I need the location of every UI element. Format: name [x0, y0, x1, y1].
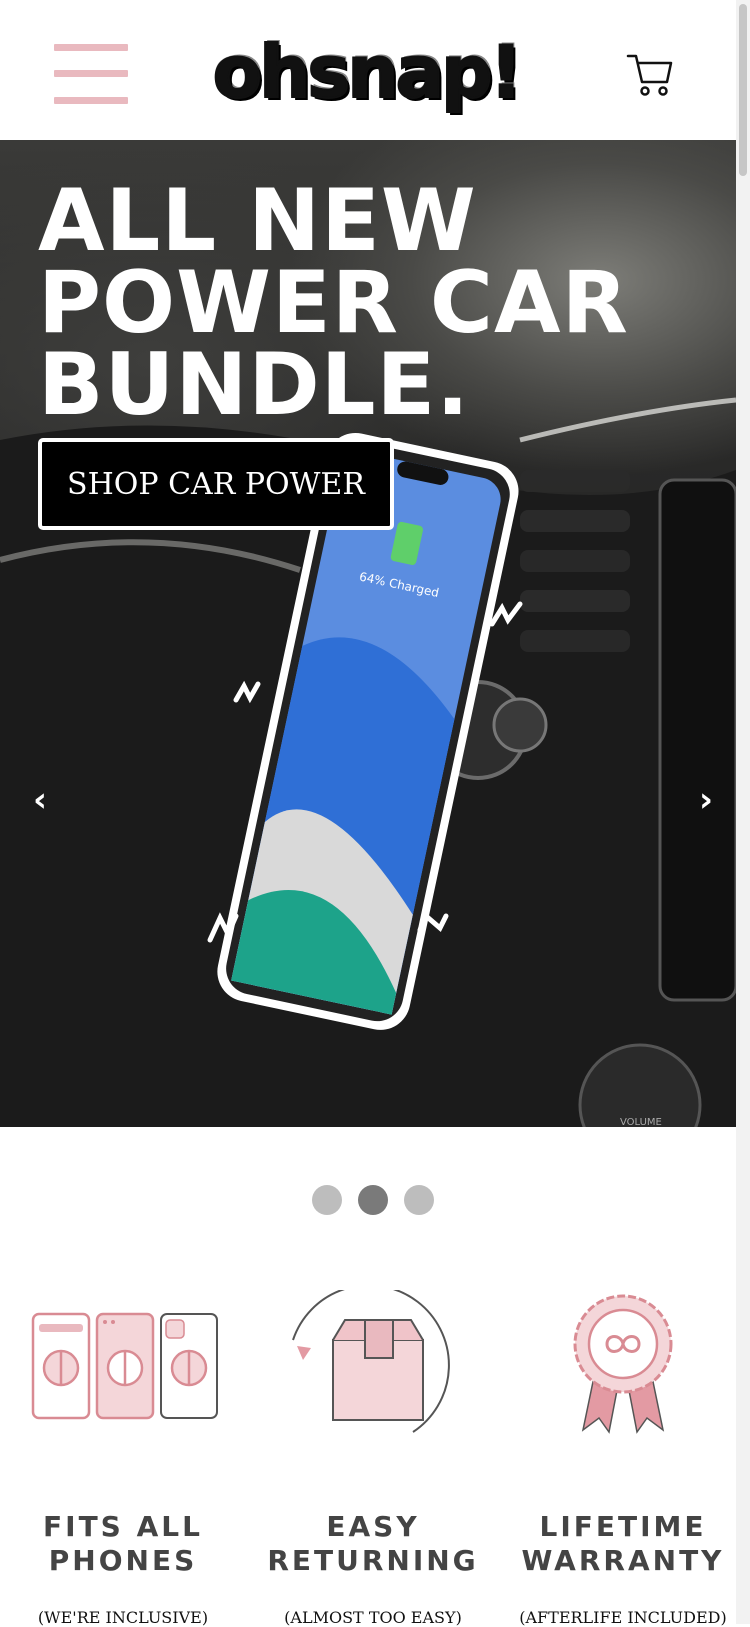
shop-car-power-button[interactable]: SHOP CAR POWER — [38, 438, 394, 530]
hero-title: ALL NEW POWER CAR BUNDLE. — [38, 171, 678, 435]
feature-title-line1: LIFETIME — [539, 1510, 707, 1543]
feature-subtitle: (ALMOST TOO EASY) — [284, 1608, 462, 1627]
feature-title: EASY RETURNING — [253, 1510, 493, 1578]
hero-title-line-2: POWER CAR — [38, 253, 629, 353]
feature-subtitle: (AFTERLIFE INCLUDED) — [519, 1608, 727, 1627]
feature-title: LIFETIME WARRANTY — [503, 1510, 743, 1578]
feature-title-line2: PHONES — [48, 1544, 198, 1577]
dash-volume-label: VOLUME — [620, 1117, 662, 1127]
hero-banner: 64% Charged VOLUME ALL NEW POWER CAR BUN… — [0, 140, 736, 1127]
carousel-dot-2[interactable] — [358, 1185, 388, 1215]
carousel-dot-3[interactable] — [404, 1185, 434, 1215]
feature-title-line1: FITS ALL — [43, 1510, 203, 1543]
phones-grip-icon — [31, 1312, 218, 1420]
scrollbar-thumb[interactable] — [739, 4, 747, 176]
hero-title-line-3: BUNDLE. — [38, 335, 470, 435]
warranty-ribbon-icon — [573, 1294, 673, 1434]
logo-text: ohsnap! — [212, 29, 524, 115]
carousel-dots — [312, 1185, 434, 1217]
site-header: ohsnap! — [0, 0, 736, 140]
hamburger-menu-icon[interactable] — [54, 44, 128, 104]
brand-logo[interactable]: ohsnap! — [212, 24, 524, 119]
feature-title: FITS ALL PHONES — [3, 1510, 243, 1578]
shopping-cart-icon[interactable] — [625, 48, 675, 98]
feature-title-line2: RETURNING — [267, 1544, 479, 1577]
feature-title-line1: EASY — [326, 1510, 420, 1543]
feature-subtitle: (WE'RE INCLUSIVE) — [37, 1608, 209, 1627]
hero-title-line-1: ALL NEW — [38, 171, 477, 271]
carousel-dot-1[interactable] — [312, 1185, 342, 1215]
carousel-prev-arrow-icon[interactable]: ‹ — [20, 780, 60, 820]
feature-title-line2: WARRANTY — [521, 1544, 725, 1577]
return-box-icon — [292, 1290, 450, 1433]
carousel-next-arrow-icon[interactable]: › — [686, 780, 726, 820]
